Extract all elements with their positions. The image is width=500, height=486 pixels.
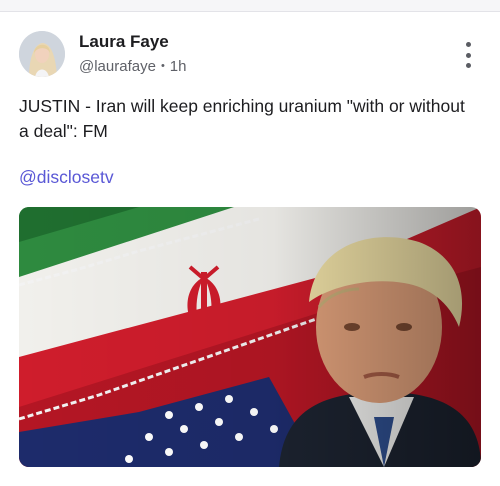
- menu-dot: [465, 42, 471, 47]
- news-image: [19, 207, 481, 467]
- menu-dot: [465, 63, 471, 68]
- post-card[interactable]: Laura Faye @laurafaye • 1h JUSTIN - Iran w…: [0, 12, 500, 486]
- more-options-icon[interactable]: [458, 42, 478, 68]
- avatar-image: [19, 31, 65, 77]
- author-meta: @laurafaye • 1h: [79, 58, 186, 75]
- author-handle[interactable]: @laurafaye: [79, 58, 156, 75]
- mention-link[interactable]: @disclosetv: [19, 167, 114, 188]
- post-body: JUSTIN - Iran will keep enriching uraniu…: [19, 96, 465, 141]
- separator-dot: •: [160, 60, 165, 72]
- post-time[interactable]: 1h: [170, 58, 187, 75]
- avatar[interactable]: [19, 31, 65, 77]
- menu-dot: [465, 52, 471, 58]
- author-name[interactable]: Laura Faye: [79, 32, 169, 52]
- post-image[interactable]: [19, 207, 481, 467]
